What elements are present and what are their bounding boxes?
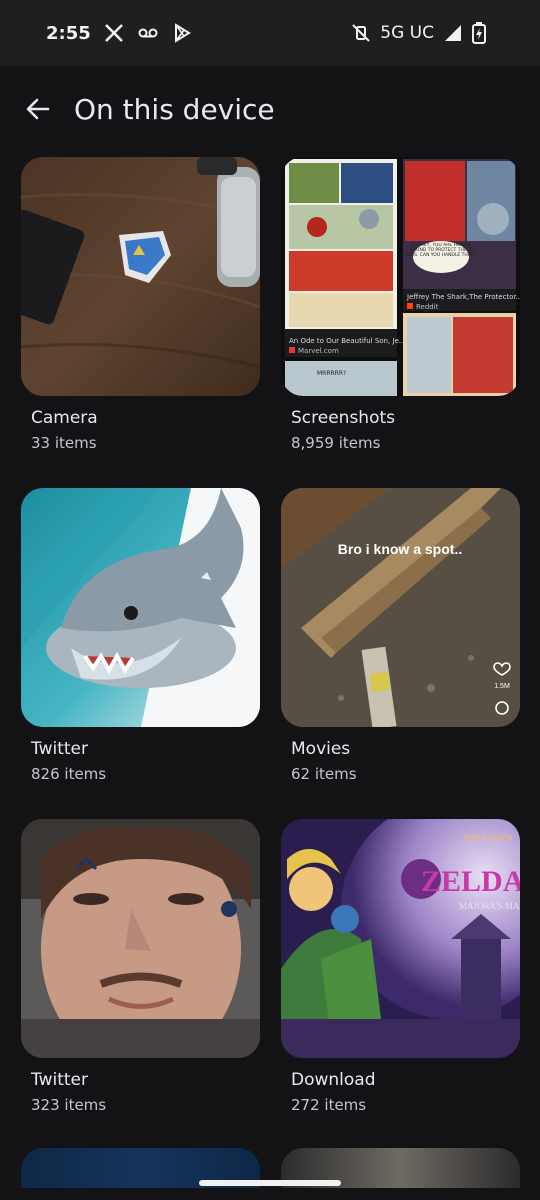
album-name: Movies <box>291 739 351 759</box>
page-title: On this device <box>74 92 275 126</box>
album-count: 62 items <box>291 765 357 783</box>
app-header: On this device <box>0 66 540 152</box>
album-screenshots[interactable]: An Ode to Our Beautiful Son, Je... Marve… <box>281 157 520 488</box>
status-right: 5G UC <box>350 22 494 44</box>
album-count: 272 items <box>291 1096 367 1114</box>
play-store-icon <box>171 22 193 44</box>
caption-reddit: Reddit <box>416 303 439 311</box>
status-time: 2:55 <box>46 22 91 44</box>
network-label: 5G UC <box>380 23 434 43</box>
zelda-logo: ZELDA <box>421 865 520 898</box>
album-count: 8,959 items <box>291 434 381 452</box>
album-name: Screenshots <box>291 408 396 428</box>
album-download[interactable]: ZELDA MAJORA'S MA THE LEGEN Download 272… <box>281 819 520 1150</box>
album-movies[interactable]: Bro i know a spot.. 1.5M Movies 62 items <box>281 488 520 819</box>
signal-icon <box>442 22 464 44</box>
album-thumbnail: Bro i know a spot.. 1.5M <box>281 488 520 727</box>
likes-count: 1.5M <box>494 683 510 690</box>
album-thumbnail <box>21 488 260 727</box>
album-twitter[interactable]: Twitter 826 items <box>21 488 260 819</box>
battery-icon <box>472 22 494 44</box>
status-left: 2:55 <box>46 22 193 44</box>
caption-mrrrrr: MRRRRR? <box>317 370 346 377</box>
album-name: Twitter <box>31 1070 88 1090</box>
album-count: 826 items <box>31 765 107 783</box>
caption-marvel: Marvel.com <box>298 347 339 355</box>
album-count: 323 items <box>31 1096 107 1114</box>
gesture-navigation-bar[interactable] <box>199 1180 341 1186</box>
arrow-back-icon <box>25 96 51 122</box>
album-thumbnail: An Ode to Our Beautiful Son, Je... Marve… <box>281 157 520 396</box>
zelda-subtitle: MAJORA'S MA <box>459 901 520 911</box>
album-count: 33 items <box>31 434 97 452</box>
caption-ode: An Ode to Our Beautiful Son, Je... <box>289 337 406 345</box>
album-twitter[interactable]: Twitter 323 items <box>21 819 260 1150</box>
album-camera[interactable]: Camera 33 items <box>21 157 260 488</box>
album-thumbnail <box>21 819 260 1058</box>
back-button[interactable] <box>24 95 52 123</box>
album-name: Download <box>291 1070 376 1090</box>
caption-jeffrey: Jeffrey The Shark,The Protector... <box>406 293 520 301</box>
mute-vibrate-icon <box>350 22 372 44</box>
album-grid: Camera 33 items An Ode to Our Beautiful … <box>21 157 521 1150</box>
album-thumbnail: ZELDA MAJORA'S MA THE LEGEN <box>281 819 520 1058</box>
album-thumbnail <box>21 157 260 396</box>
x-icon <box>103 22 125 44</box>
status-bar: 2:55 5G UC <box>0 0 540 66</box>
zelda-brand: THE LEGEN <box>463 833 513 843</box>
voicemail-icon <box>137 22 159 44</box>
caption-honor-bound: JEFFREY, YOU ARE HONOR BOUND TO PROTECT … <box>406 243 476 258</box>
album-name: Camera <box>31 408 98 428</box>
movie-overlay-text: Bro i know a spot.. <box>338 541 462 557</box>
album-name: Twitter <box>31 739 88 759</box>
